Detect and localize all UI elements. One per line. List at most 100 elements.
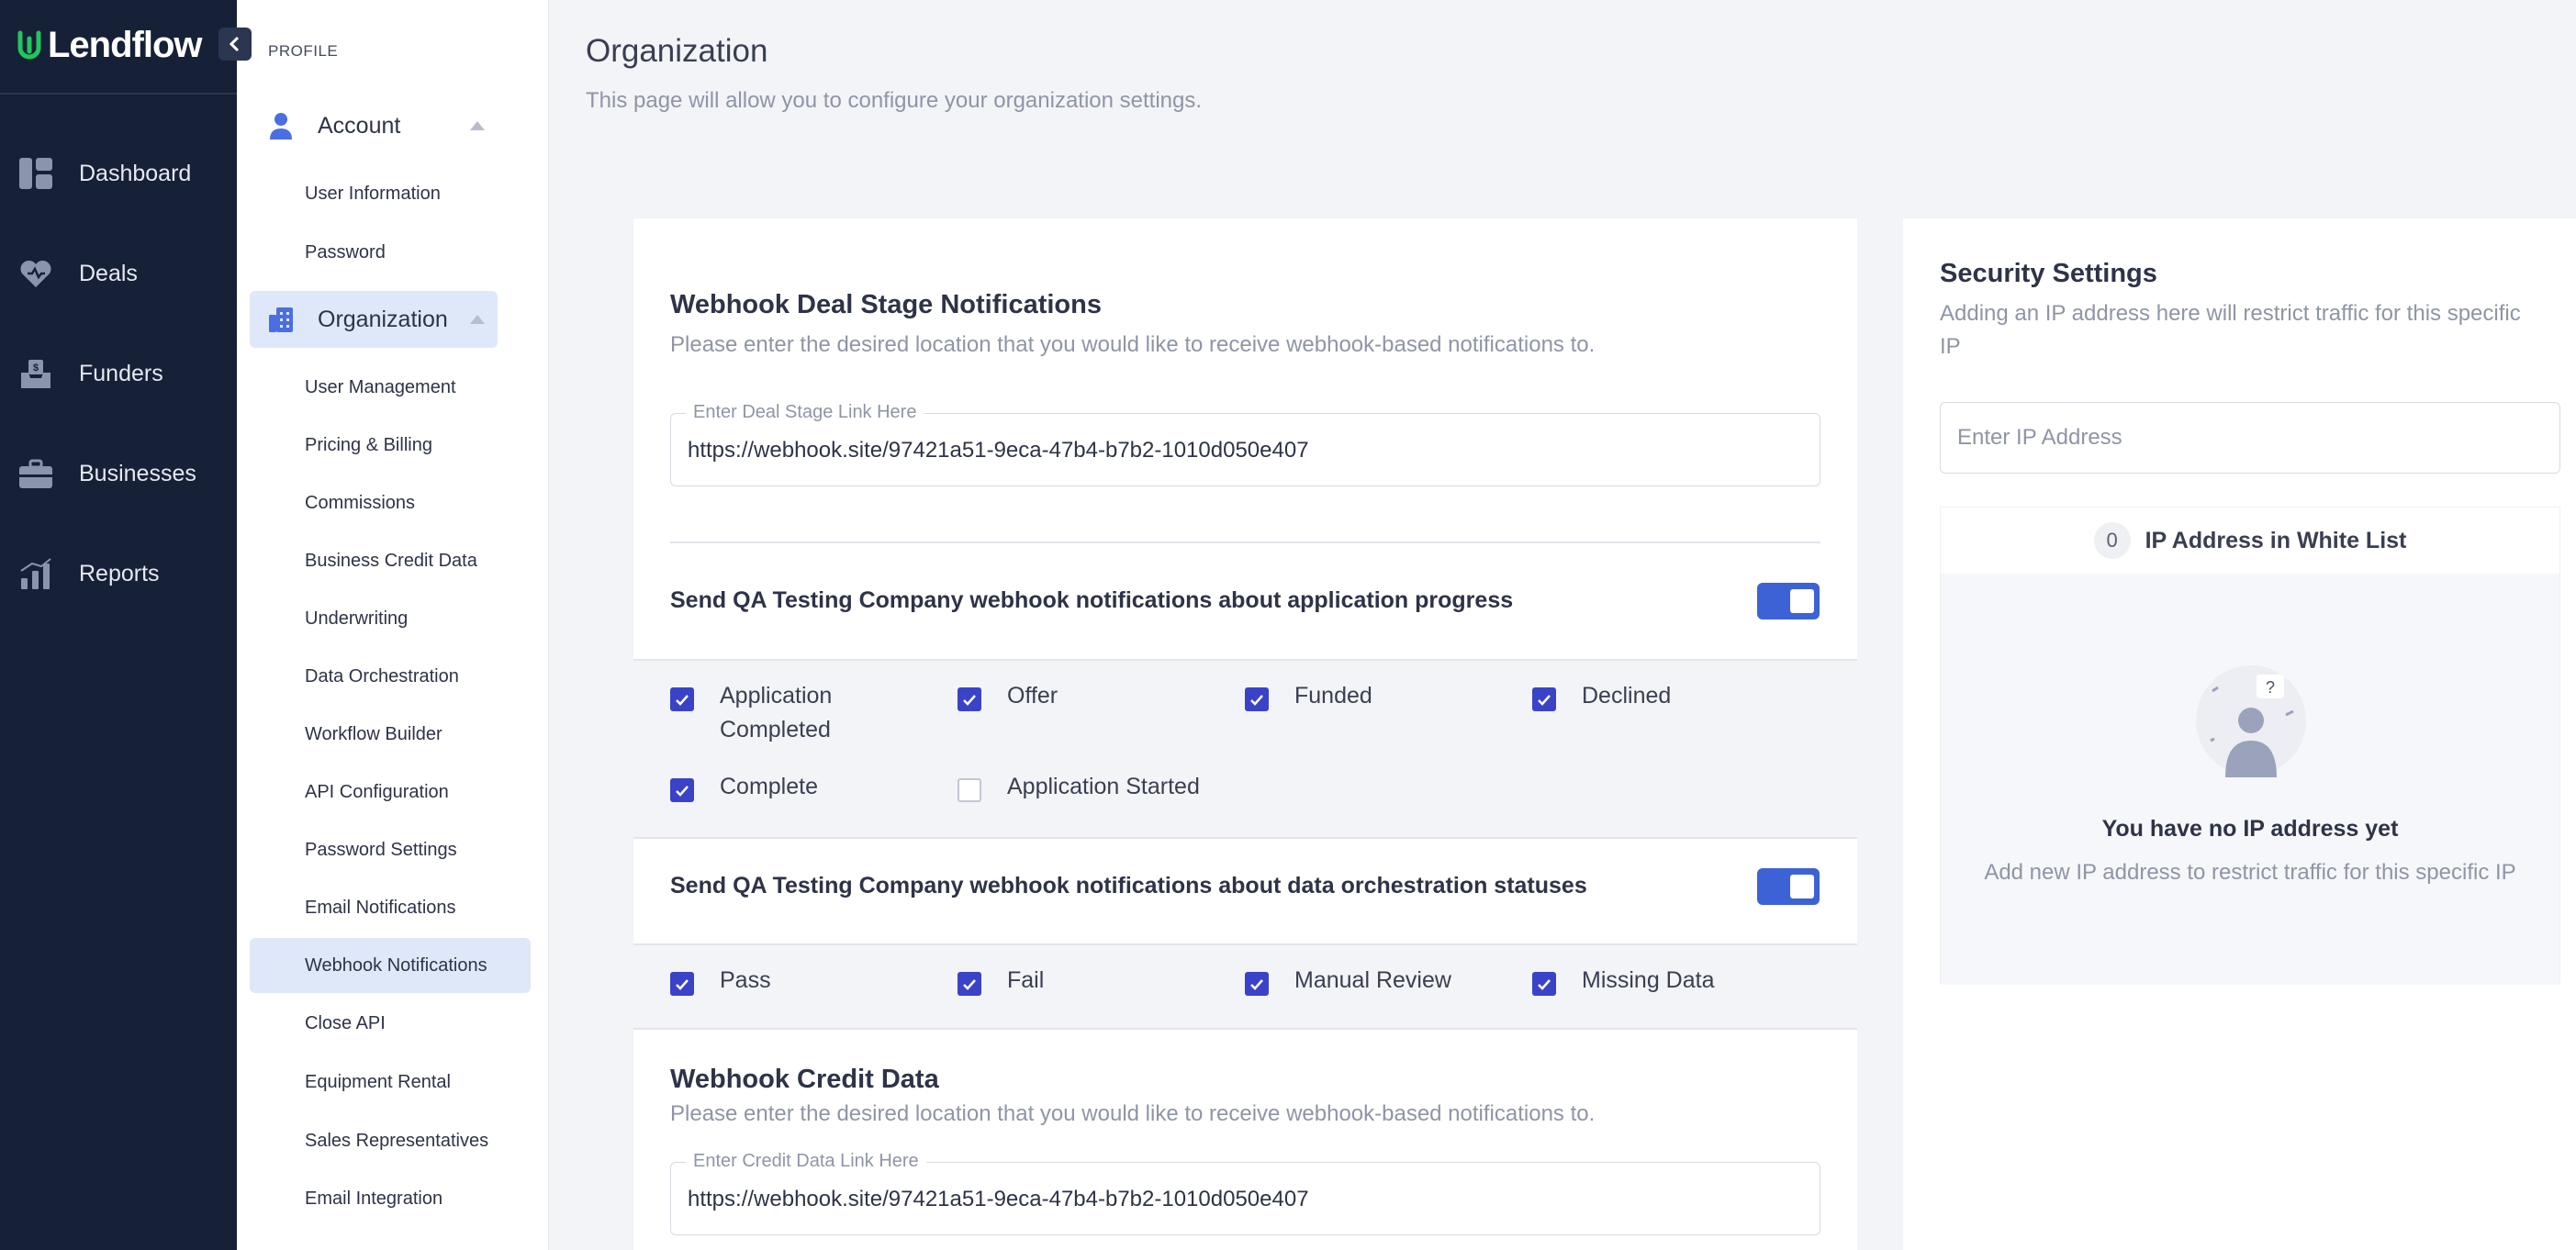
option-funded[interactable]: Funded bbox=[1245, 679, 1432, 713]
data-orch-toggle[interactable] bbox=[1757, 868, 1820, 905]
account-group[interactable]: Account bbox=[250, 97, 498, 154]
brand-logo[interactable]: Lendflow bbox=[17, 22, 203, 68]
app-progress-toggle-row: Send QA Testing Company webhook notifica… bbox=[633, 546, 1857, 656]
app-progress-options: Application Completed Offer Funded Decli… bbox=[633, 659, 1857, 839]
check-icon bbox=[1538, 694, 1551, 706]
toggle-knob bbox=[1790, 589, 1814, 613]
nav-item-funders[interactable]: $ Funders bbox=[18, 346, 163, 401]
nav-divider bbox=[0, 93, 237, 95]
account-label: Account bbox=[318, 112, 401, 139]
deal-stage-link-field[interactable]: Enter Deal Stage Link Here https://webho… bbox=[670, 402, 1820, 486]
option-application-completed[interactable]: Application Completed bbox=[670, 679, 857, 747]
deals-icon bbox=[18, 256, 53, 291]
nav-item-businesses[interactable]: Businesses bbox=[18, 446, 196, 501]
data-orch-label: Send QA Testing Company webhook notifica… bbox=[670, 873, 1587, 898]
funders-icon: $ bbox=[18, 356, 53, 391]
user-icon bbox=[266, 111, 296, 140]
option-label: Application Completed bbox=[720, 683, 833, 742]
whitelist-empty-state: ? You have no IP address yet Add new IP … bbox=[1941, 574, 2559, 985]
empty-state-title: You have no IP address yet bbox=[2101, 816, 2399, 842]
credit-data-link-label: Enter Credit Data Link Here bbox=[686, 1151, 926, 1172]
credit-data-link-field[interactable]: Enter Credit Data Link Here https://webh… bbox=[670, 1151, 1820, 1235]
option-label: Complete bbox=[720, 774, 818, 799]
checkbox-checked[interactable] bbox=[670, 687, 694, 711]
checkbox-checked[interactable] bbox=[1532, 687, 1556, 711]
credit-data-link-value: https://webhook.site/97421a51-9eca-47b4-… bbox=[688, 1187, 1309, 1211]
app-progress-toggle[interactable] bbox=[1757, 583, 1820, 619]
option-label: Application Started bbox=[1007, 774, 1200, 799]
nav-label: Businesses bbox=[79, 460, 196, 486]
option-manual-review[interactable]: Manual Review bbox=[1245, 964, 1533, 998]
checkbox-checked[interactable] bbox=[670, 972, 694, 996]
option-offer[interactable]: Offer bbox=[958, 679, 1145, 713]
option-label: Fail bbox=[1007, 967, 1045, 993]
webhook-deal-title: Webhook Deal Stage Notifications bbox=[670, 290, 1102, 319]
whitelist-count-badge: 0 bbox=[2093, 522, 2131, 559]
empty-user-illustration-icon: ? bbox=[2196, 665, 2306, 777]
checkbox-checked[interactable] bbox=[1532, 972, 1556, 996]
option-label: Offer bbox=[1007, 683, 1058, 709]
check-icon bbox=[963, 694, 976, 706]
nav-item-reports[interactable]: Reports bbox=[18, 546, 160, 601]
nav-label: Dashboard bbox=[79, 160, 192, 186]
organization-label: Organization bbox=[318, 306, 448, 332]
option-label: Pass bbox=[720, 967, 771, 993]
divider bbox=[670, 541, 1820, 543]
check-icon bbox=[963, 978, 976, 990]
checkbox-checked[interactable] bbox=[1245, 972, 1269, 996]
submenu-item-user-information[interactable]: User Information bbox=[250, 175, 773, 212]
checkbox-unchecked[interactable] bbox=[958, 778, 981, 802]
ip-address-input[interactable] bbox=[1940, 402, 2560, 474]
option-label: Declined bbox=[1582, 683, 1672, 709]
nav-item-deals[interactable]: Deals bbox=[18, 246, 138, 301]
caret-up-icon bbox=[470, 121, 485, 130]
svg-text:?: ? bbox=[2266, 678, 2275, 697]
caret-up-icon bbox=[470, 315, 485, 324]
submenu-item-webhook-notifications[interactable]: Webhook Notifications bbox=[250, 938, 531, 993]
check-icon bbox=[1538, 978, 1551, 990]
checkbox-checked[interactable] bbox=[958, 687, 981, 711]
brand-name: Lendflow bbox=[48, 24, 203, 65]
building-icon bbox=[266, 305, 296, 334]
main-nav: Lendflow Dashboard Deals $ Funders Busin… bbox=[0, 0, 237, 1250]
option-label: Missing Data bbox=[1582, 967, 1715, 993]
webhook-credit-title: Webhook Credit Data bbox=[670, 1065, 939, 1094]
option-missing-data[interactable]: Missing Data bbox=[1532, 964, 1820, 998]
check-icon bbox=[1250, 978, 1263, 990]
collapse-sidebar-button[interactable] bbox=[218, 28, 252, 61]
svg-text:$: $ bbox=[33, 363, 39, 374]
check-icon bbox=[676, 978, 689, 990]
whitelist-label: IP Address in White List bbox=[2145, 527, 2407, 553]
nav-item-dashboard[interactable]: Dashboard bbox=[18, 146, 191, 201]
page-title: Organization bbox=[586, 33, 768, 69]
check-icon bbox=[676, 785, 689, 797]
webhook-deal-subtitle: Please enter the desired location that y… bbox=[670, 332, 1596, 357]
lendflow-logo-icon bbox=[17, 30, 41, 60]
check-icon bbox=[676, 694, 689, 706]
option-pass[interactable]: Pass bbox=[670, 964, 857, 998]
option-label: Funded bbox=[1294, 683, 1372, 709]
chevron-left-icon bbox=[229, 36, 240, 52]
profile-submenu: PROFILE Account User Information Passwor… bbox=[237, 0, 549, 1250]
ip-whitelist-box: 0 IP Address in White List ? You have no… bbox=[1940, 507, 2560, 985]
organization-group[interactable]: Organization bbox=[250, 291, 498, 348]
data-orch-options: Pass Fail Manual Review Missing Data bbox=[633, 943, 1857, 1030]
option-declined[interactable]: Declined bbox=[1532, 679, 1719, 713]
checkbox-checked[interactable] bbox=[958, 972, 981, 996]
security-settings-card: Security Settings Adding an IP address h… bbox=[1903, 218, 2576, 1250]
security-subtitle: Adding an IP address here will restrict … bbox=[1940, 301, 2521, 359]
dashboard-icon bbox=[18, 156, 53, 191]
deal-stage-link-value: https://webhook.site/97421a51-9eca-47b4-… bbox=[688, 438, 1309, 463]
checkbox-checked[interactable] bbox=[670, 778, 694, 802]
app-progress-label: Send QA Testing Company webhook notifica… bbox=[670, 587, 1514, 613]
nav-label: Reports bbox=[79, 560, 160, 586]
toggle-knob bbox=[1790, 875, 1814, 898]
option-application-started[interactable]: Application Started bbox=[958, 770, 1246, 804]
webhook-credit-subtitle: Please enter the desired location that y… bbox=[670, 1101, 1596, 1126]
option-label: Manual Review bbox=[1294, 967, 1451, 993]
deal-stage-link-label: Enter Deal Stage Link Here bbox=[686, 402, 924, 423]
whitelist-header: 0 IP Address in White List bbox=[1941, 508, 2559, 574]
option-fail[interactable]: Fail bbox=[958, 964, 1145, 998]
checkbox-checked[interactable] bbox=[1245, 687, 1269, 711]
option-complete[interactable]: Complete bbox=[670, 770, 857, 804]
